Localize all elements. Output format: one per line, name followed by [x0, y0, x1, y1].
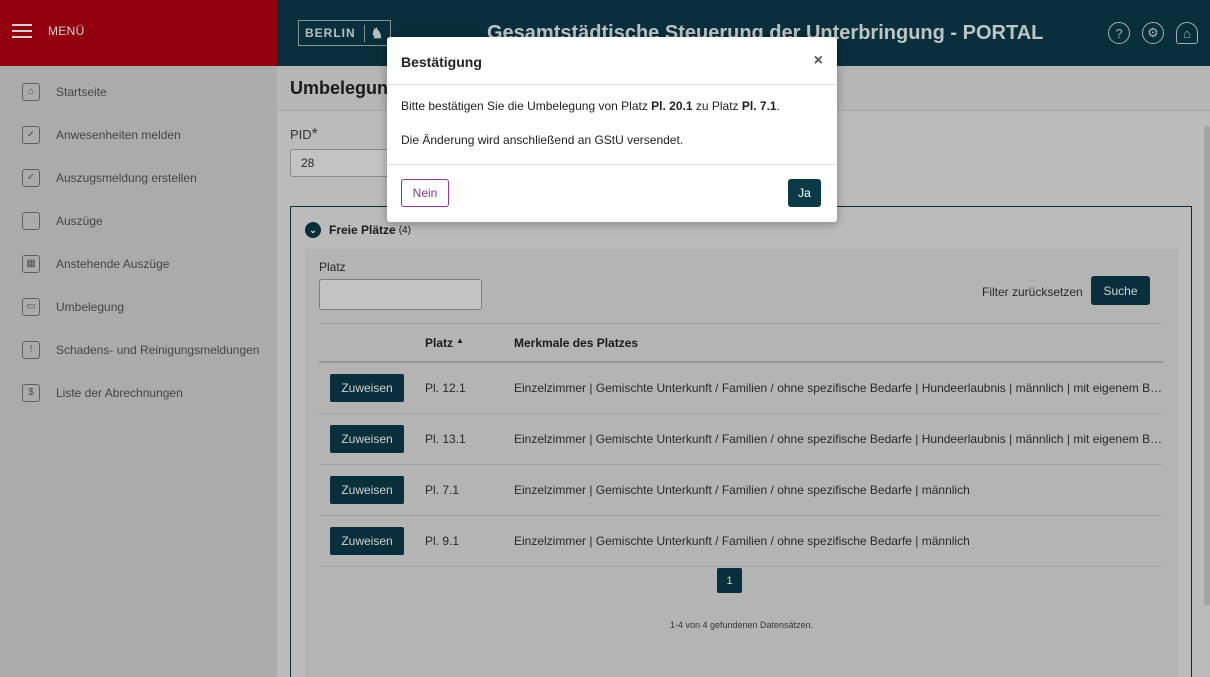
dialog-message: Bitte bestätigen Sie die Umbelegung von …	[401, 99, 837, 113]
message-text: zu Platz	[692, 99, 742, 113]
dialog-note: Die Änderung wird anschließend an GStU v…	[401, 133, 684, 147]
dialog-body: Bitte bestätigen Sie die Umbelegung von …	[387, 85, 837, 165]
dialog-footer: Nein Ja	[387, 165, 837, 220]
dialog-title: Bestätigung	[401, 54, 482, 70]
no-button[interactable]: Nein	[401, 179, 449, 207]
confirmation-dialog: Bestätigung × Bitte bestätigen Sie die U…	[387, 37, 837, 222]
yes-button[interactable]: Ja	[788, 179, 821, 207]
dialog-header: Bestätigung ×	[387, 37, 837, 85]
to-place: Pl. 7.1	[741, 99, 777, 113]
close-icon[interactable]: ×	[814, 52, 823, 70]
message-text: Bitte bestätigen Sie die Umbelegung von …	[401, 99, 652, 113]
message-text: .	[776, 99, 780, 113]
from-place: Pl. 20.1	[651, 99, 693, 113]
